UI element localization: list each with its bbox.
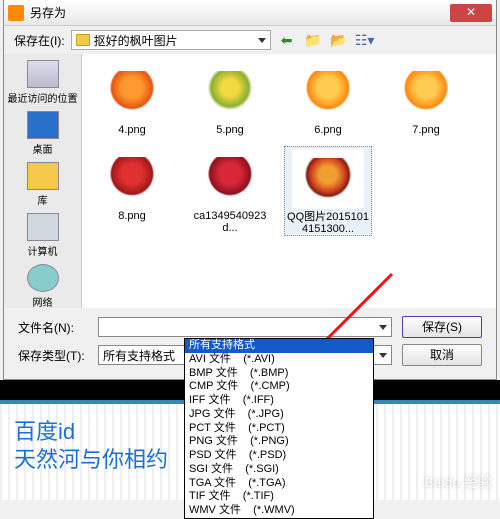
file-thumbnail [194,148,266,208]
dropdown-option[interactable]: SGI 文件 (*.SGI) [185,463,373,477]
file-item[interactable]: QQ图片20151014151300... [284,146,372,236]
dropdown-option[interactable]: BMP 文件 (*.BMP) [185,367,373,381]
file-item[interactable]: 4.png [88,60,176,136]
close-button[interactable]: ✕ [450,4,492,22]
file-name: QQ图片20151014151300... [285,211,371,235]
library-icon [27,162,59,190]
save-as-dialog: 另存为 ✕ 保存在(I): 抠好的枫叶图片 ⬅ 📁 📂 ☷▾ 最近访问的位置 桌… [3,0,497,380]
filename-label: 文件名(N): [18,319,88,336]
dropdown-option[interactable]: IFF 文件 (*.IFF) [185,394,373,408]
up-icon[interactable]: 📁 [303,30,323,50]
chevron-down-icon [379,353,387,358]
file-item[interactable]: ca1349540923d... [186,146,274,236]
window-title: 另存为 [30,4,450,21]
dropdown-option[interactable]: TGA 文件 (*.TGA) [185,477,373,491]
file-thumbnail [292,62,364,122]
save-in-label: 保存在(I): [14,32,65,49]
sidebar-computer[interactable]: 计算机 [8,211,78,260]
dropdown-option[interactable]: PNG 文件 (*.PNG) [185,435,373,449]
file-item[interactable]: 7.png [382,60,470,136]
file-name: 5.png [186,124,274,136]
leaf-icon [403,71,449,113]
baidu-watermark: Baidu 经验 [424,472,492,492]
file-thumbnail [96,62,168,122]
recent-icon [27,60,59,88]
file-thumbnail [194,62,266,122]
new-folder-icon[interactable]: 📂 [329,30,349,50]
cancel-button[interactable]: 取消 [402,344,482,366]
filename-input[interactable] [98,317,392,337]
chevron-down-icon [258,38,266,43]
save-in-combo[interactable]: 抠好的枫叶图片 [71,30,271,50]
dropdown-option[interactable]: JPG 文件 (*.JPG) [185,408,373,422]
leaf-icon [207,157,253,199]
watermark-text: 百度id 天然河与你相约 [14,418,168,473]
desktop-icon [27,111,59,139]
save-button[interactable]: 保存(S) [402,316,482,338]
leaf-icon [109,71,155,113]
leaf-icon [207,71,253,113]
file-list[interactable]: 4.png 5.png 6.png 7.png 8.png ca1349540923d..… [82,54,496,308]
leaf-icon [305,158,351,200]
file-thumbnail [292,149,364,209]
file-item[interactable]: 6.png [284,60,372,136]
app-icon [8,5,24,21]
computer-icon [27,213,59,241]
file-name: ca1349540923d... [186,210,274,234]
file-item[interactable]: 8.png [88,146,176,236]
sidebar-desktop[interactable]: 桌面 [8,109,78,158]
network-icon [27,264,59,292]
back-icon[interactable]: ⬅ [277,30,297,50]
filetype-label: 保存类型(T): [18,347,88,364]
dropdown-option-highlighted[interactable]: 所有支持格式 [185,339,373,353]
sidebar-recent[interactable]: 最近访问的位置 [8,58,78,107]
leaf-icon [305,71,351,113]
file-name: 8.png [88,210,176,222]
titlebar[interactable]: 另存为 ✕ [4,0,496,26]
toolbar: 保存在(I): 抠好的枫叶图片 ⬅ 📁 📂 ☷▾ [4,26,496,54]
sidebar-library[interactable]: 库 [8,160,78,209]
file-thumbnail [390,62,462,122]
leaf-icon [109,157,155,199]
folder-icon [76,34,90,46]
file-name: 4.png [88,124,176,136]
dropdown-option[interactable]: CMP 文件 (*.CMP) [185,380,373,394]
dropdown-option[interactable]: WMV 文件 (*.WMV) [185,504,373,518]
sidebar-network[interactable]: 网络 [8,262,78,311]
dropdown-option[interactable]: AVI 文件 (*.AVI) [185,353,373,367]
file-name: 7.png [382,124,470,136]
file-name: 6.png [284,124,372,136]
dropdown-option[interactable]: PCT 文件 (*.PCT) [185,422,373,436]
dropdown-option[interactable]: TIF 文件 (*.TIF) [185,490,373,504]
chevron-down-icon [379,325,387,330]
file-item[interactable]: 5.png [186,60,274,136]
filetype-dropdown[interactable]: 所有支持格式 AVI 文件 (*.AVI)BMP 文件 (*.BMP)CMP 文… [184,338,374,519]
folder-name: 抠好的枫叶图片 [94,32,178,49]
view-menu-icon[interactable]: ☷▾ [355,30,375,50]
dropdown-option[interactable]: PSD 文件 (*.PSD) [185,449,373,463]
places-sidebar: 最近访问的位置 桌面 库 计算机 网络 [4,54,82,308]
file-thumbnail [96,148,168,208]
